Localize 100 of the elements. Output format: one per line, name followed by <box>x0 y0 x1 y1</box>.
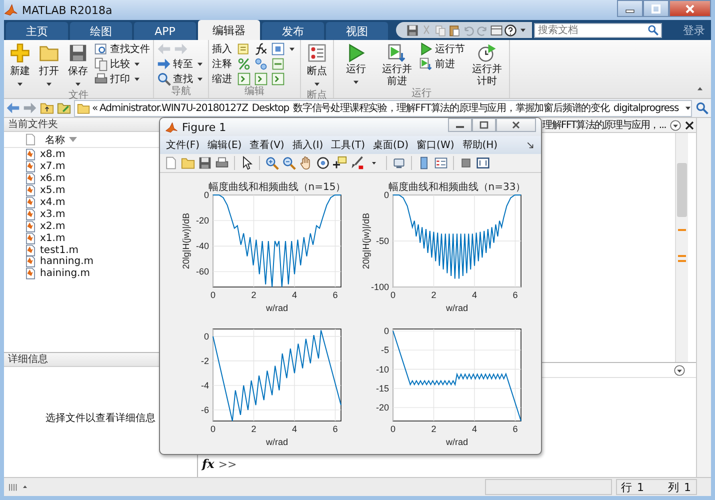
percent-icon <box>236 57 250 71</box>
column-header[interactable]: 名称 <box>45 132 65 146</box>
file-name[interactable]: x7.m <box>40 161 66 172</box>
file-name[interactable]: x8.m <box>40 149 66 160</box>
file-name[interactable]: hanning.m <box>40 256 94 268</box>
tick-label: -6 <box>200 404 209 415</box>
toolstrip-button[interactable]: 运行并前进 <box>378 42 416 88</box>
toolstrip-button[interactable]: 缩进 <box>212 72 232 86</box>
toolbar-button[interactable] <box>475 155 491 171</box>
toolstrip-button[interactable]: 新建 <box>7 42 33 90</box>
toolbar-button[interactable] <box>332 155 348 171</box>
ribbon-tab[interactable]: APP <box>134 22 196 40</box>
path-segment[interactable]: 数字信号处理课程实验，理解FFT算法的原理与应用，掌握加窗后频谱的变化 <box>292 101 610 115</box>
details-message: 选择文件以查看详细信息 <box>46 412 156 425</box>
save-icon <box>406 24 419 36</box>
tick-label: 0 <box>204 331 209 342</box>
path-field[interactable]: « Administrator.WIN7U-20180127Z Desktop 数字信号处理课程实验，理解FFT算法的原理与应用，掌握加窗后频谱的变化 digitalprogress <box>74 100 692 116</box>
script-file-icon <box>24 267 37 280</box>
ribbon-tab[interactable]: 编辑器 <box>198 20 260 40</box>
toolstrip-button[interactable]: 断点 <box>304 42 330 90</box>
toolstrip-button[interactable]: 运行 <box>337 42 375 88</box>
tick-label: -20 <box>196 216 209 226</box>
file-name[interactable]: x5.m <box>40 185 66 196</box>
menu-item[interactable]: 窗口(W) <box>416 138 454 152</box>
folder-icon <box>77 102 90 114</box>
tick-label: -20 <box>376 402 389 413</box>
axis-label: w/rad <box>446 303 468 313</box>
toolstrip-button[interactable]: 插入 <box>212 42 232 56</box>
editor-tab[interactable]: 理解FFT算法的原理与应用，... <box>542 118 666 132</box>
toolstrip-button[interactable]: 运行并计时 <box>468 42 506 88</box>
command-prompt: >> <box>218 458 237 471</box>
menu-item[interactable]: 编辑(E) <box>208 138 242 152</box>
group-label: 编辑 <box>244 86 266 98</box>
ribbon-tab[interactable]: 主页 <box>6 22 68 40</box>
file-name[interactable]: x1.m <box>40 232 66 244</box>
panel-icon <box>476 156 490 170</box>
menu-item[interactable]: 查看(V) <box>250 138 284 152</box>
indent-icon <box>236 72 250 86</box>
close-button[interactable] <box>496 118 536 132</box>
tool-icon-button[interactable] <box>253 42 268 56</box>
search-icon <box>647 24 659 36</box>
browse-folder-icon <box>57 101 71 115</box>
file-name[interactable]: x6.m <box>40 173 66 184</box>
tick-label: -50 <box>376 236 389 246</box>
square-icon <box>459 156 473 170</box>
menu-item[interactable]: 文件(F) <box>166 138 200 152</box>
printer-icon <box>94 72 108 86</box>
pointer-icon <box>240 156 254 170</box>
script-file-icon <box>24 208 37 221</box>
maximize-icon <box>479 121 489 129</box>
file-name[interactable]: x3.m <box>40 208 66 220</box>
grid-icon <box>270 42 284 56</box>
tick-label: -15 <box>376 383 389 394</box>
file-name[interactable]: x4.m <box>40 197 66 208</box>
toolstrip-button[interactable]: 前进 <box>419 57 465 71</box>
toolstrip-button[interactable]: 打开 <box>36 42 62 90</box>
note-icon <box>236 42 250 56</box>
menu-item[interactable]: 插入(I) <box>292 138 324 152</box>
minimize-button[interactable] <box>448 118 472 132</box>
toolstrip-button[interactable]: 比较 <box>94 57 150 71</box>
layout-button[interactable] <box>8 481 29 493</box>
menu-item[interactable]: 桌面(D) <box>373 138 409 152</box>
file-name[interactable]: x2.m <box>40 220 66 232</box>
path-segment[interactable]: digitalprogress <box>613 102 679 114</box>
file-name[interactable]: test1.m <box>40 244 78 256</box>
new-document-icon <box>164 156 178 170</box>
search-field[interactable]: 搜索文档 <box>534 22 662 38</box>
maximize-button[interactable] <box>472 118 496 132</box>
clipboard-icon <box>448 24 461 36</box>
function-browser-button[interactable]: fx <box>202 457 214 471</box>
toolstrip-button[interactable]: 运行节 <box>419 42 465 56</box>
ribbon-tab[interactable]: 绘图 <box>70 22 132 40</box>
toolstrip-button[interactable]: 打印 <box>94 72 150 86</box>
path-segment[interactable]: Administrator.WIN7U-20180127Z <box>100 102 248 114</box>
script-file-icon <box>24 220 37 233</box>
file-name[interactable]: haining.m <box>40 268 90 280</box>
ribbon-tab[interactable]: 发布 <box>262 22 324 40</box>
zoom-in-icon <box>265 156 279 170</box>
menu-item[interactable]: 帮助(H) <box>462 138 498 152</box>
minimize-button[interactable] <box>617 0 643 17</box>
path-segment[interactable]: Desktop <box>252 102 289 114</box>
options-icon <box>669 118 682 132</box>
scrollbar[interactable] <box>675 133 688 362</box>
tick-label: 6 <box>332 424 338 434</box>
toolstrip-button[interactable]: 转至 <box>157 57 205 71</box>
toolbar-button[interactable] <box>349 155 365 171</box>
axis-label: w/rad <box>266 437 288 447</box>
maximize-button[interactable] <box>643 0 669 17</box>
toolstrip-button[interactable]: 查找文件 <box>94 42 150 56</box>
tick-label: 2 <box>251 424 256 434</box>
close-button[interactable] <box>669 0 711 17</box>
maximize-icon <box>651 4 661 14</box>
path-overflow[interactable]: « <box>92 102 98 114</box>
toolstrip-button[interactable]: 查找 <box>157 72 205 86</box>
compare-icon <box>94 57 108 71</box>
toolstrip-button[interactable]: 注释 <box>212 57 232 71</box>
ribbon-tab[interactable]: 视图 <box>326 22 388 40</box>
sign-in-link[interactable]: 登录 <box>683 22 705 38</box>
menu-item[interactable]: 工具(T) <box>331 138 366 152</box>
toolstrip-button[interactable]: 保存 <box>65 42 91 90</box>
